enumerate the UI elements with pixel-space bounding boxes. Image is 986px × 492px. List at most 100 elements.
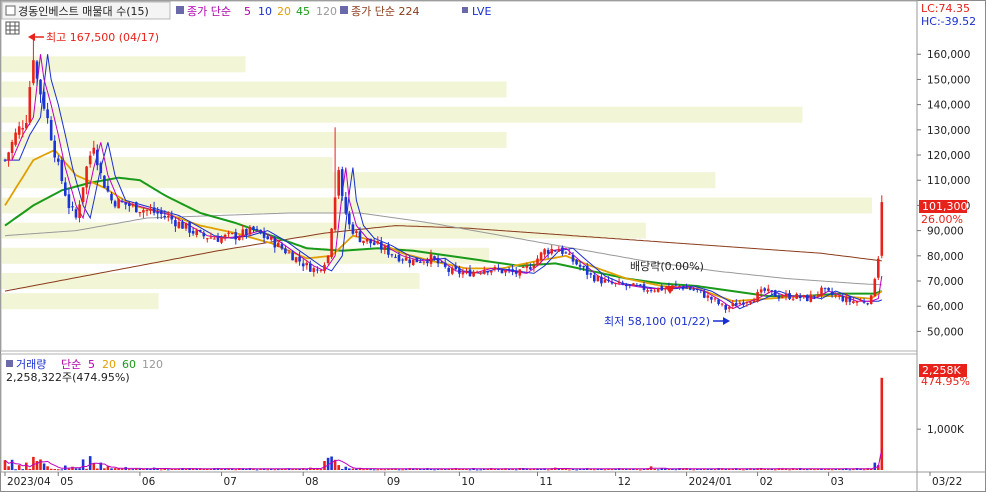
volume-bar-94 [337, 465, 340, 470]
price-tick-label-11: 50,000 [927, 326, 964, 338]
volume-bar-166 [593, 469, 596, 471]
ma5-label: 5 [244, 5, 251, 18]
volume-bar-7 [28, 468, 32, 470]
candle-16 [60, 156, 64, 184]
ma10-label: 10 [258, 5, 272, 18]
time-tick-label-3: 07 [224, 476, 237, 488]
time-tick-label-10: 02 [760, 476, 773, 488]
volume-bar-97 [348, 468, 351, 470]
volume-bar-33 [120, 468, 124, 470]
volume-bar-242 [862, 469, 866, 471]
volume-bar-21 [78, 468, 81, 470]
time-tick-label-9: 2024/01 [689, 476, 733, 488]
volume-bar-35 [128, 469, 131, 471]
volume-panel[interactable] [0, 353, 918, 473]
volume-bar-111 [397, 469, 401, 471]
volume-bar-194 [692, 469, 695, 471]
volume-bar-183 [653, 468, 656, 470]
volume-bar-96 [344, 466, 348, 470]
low-label: 최저 58,100 (01/22) [604, 315, 710, 328]
volume-bar-36 [131, 469, 135, 471]
candle-116 [415, 257, 419, 263]
time-tick-label-6: 10 [461, 476, 474, 488]
vol-ma20-label: 20 [102, 358, 116, 371]
volume-bar-20 [74, 468, 78, 470]
dividend-label: 배당락(0.00%) [630, 260, 704, 273]
volume-bar-112 [401, 469, 404, 471]
volume-bar-101 [362, 469, 365, 471]
volume-bar-3 [14, 469, 17, 471]
volume-legend-title[interactable]: 거래량 [16, 358, 46, 371]
candle-32 [117, 198, 120, 209]
ma224-legend-label[interactable]: 종가 단순 224 [351, 5, 419, 18]
volume-bar-25 [92, 463, 96, 470]
candle-37 [135, 201, 138, 213]
candle-22 [81, 187, 85, 205]
candle-226 [806, 294, 809, 302]
volume-bar-5 [21, 469, 24, 471]
volume-bar-65 [234, 469, 237, 471]
volume-bar-10 [39, 459, 42, 470]
price-tick-label-4: 120,000 [927, 150, 970, 162]
candle-92 [330, 227, 333, 259]
chart-canvas[interactable]: 160,000 150,000 140,000 130,000 120,000 110,0… [0, 0, 986, 492]
volume-bar-1 [7, 466, 10, 470]
volume-bar-31 [113, 468, 117, 470]
time-tick-label-4: 08 [305, 476, 318, 488]
candle-28 [103, 175, 106, 188]
volume-profile-bar-2 [2, 106, 803, 123]
volume-bar-28 [103, 468, 106, 470]
volume-bar-144 [514, 469, 518, 471]
volume-bar-133 [475, 469, 479, 471]
indicator-checkbox[interactable] [5, 5, 16, 16]
volume-profile-bar-9 [2, 273, 420, 289]
price-tick-label-3: 130,000 [927, 125, 970, 137]
volume-legend-swatch [6, 360, 13, 367]
ma20-label: 20 [277, 5, 291, 18]
volume-ma-label[interactable]: 단순 [61, 358, 81, 371]
volume-bar-98 [351, 468, 355, 470]
indicator-title[interactable]: 경동인베스트 매물대 수(15) [18, 5, 149, 18]
volume-bar-221 [788, 469, 791, 471]
volume-bar-247 [880, 377, 884, 470]
stock-chart[interactable]: 160,000 150,000 140,000 130,000 120,000 110,0… [0, 0, 986, 492]
vol-ma60-label: 60 [122, 358, 136, 371]
volume-bar-19 [71, 466, 74, 470]
volume-tick-label-0: 1,000K [927, 424, 965, 436]
ma-legend-swatch [176, 6, 184, 14]
lve-legend-label[interactable]: LVE [472, 5, 491, 18]
table-icon[interactable] [5, 21, 20, 35]
volume-bar-104 [372, 469, 376, 471]
high-label: 최고 167,500 (04/17) [46, 31, 159, 44]
volume-bar-14 [53, 469, 56, 470]
volume-bar-18 [67, 468, 71, 470]
volume-bar-44 [159, 469, 163, 471]
price-tick-label-8: 80,000 [927, 251, 964, 263]
volume-bar-9 [35, 461, 39, 470]
price-tick-label-10: 60,000 [927, 301, 964, 313]
volume-bar-89 [319, 469, 323, 471]
volume-bar-23 [85, 468, 88, 470]
price-tick-label-1: 150,000 [927, 74, 970, 86]
volume-bar-121 [433, 469, 436, 471]
candle-140 [500, 269, 504, 274]
candle-94 [337, 166, 340, 199]
time-tick-label-2: 06 [142, 476, 156, 488]
candle-245 [873, 277, 877, 297]
volume-bar-131 [468, 469, 472, 471]
volume-bar-169 [603, 469, 607, 471]
volume-bar-208 [742, 469, 745, 471]
candle-246 [877, 256, 880, 280]
volume-bar-99 [355, 468, 358, 470]
volume-bar-29 [106, 466, 110, 470]
ma120-label: 120 [316, 5, 337, 18]
volume-profile-bar-1 [2, 81, 507, 98]
price-badge-value: 101,300 [922, 200, 968, 213]
volume-profile-bar-3 [2, 131, 507, 148]
ma-legend-label[interactable]: 종가 단순 [187, 5, 231, 18]
vol-ma5-label: 5 [88, 358, 95, 371]
volume-bar-0 [3, 460, 7, 470]
volume-bar-217 [774, 469, 777, 471]
volume-bar-2 [10, 459, 14, 470]
volume-bar-158 [564, 468, 568, 470]
